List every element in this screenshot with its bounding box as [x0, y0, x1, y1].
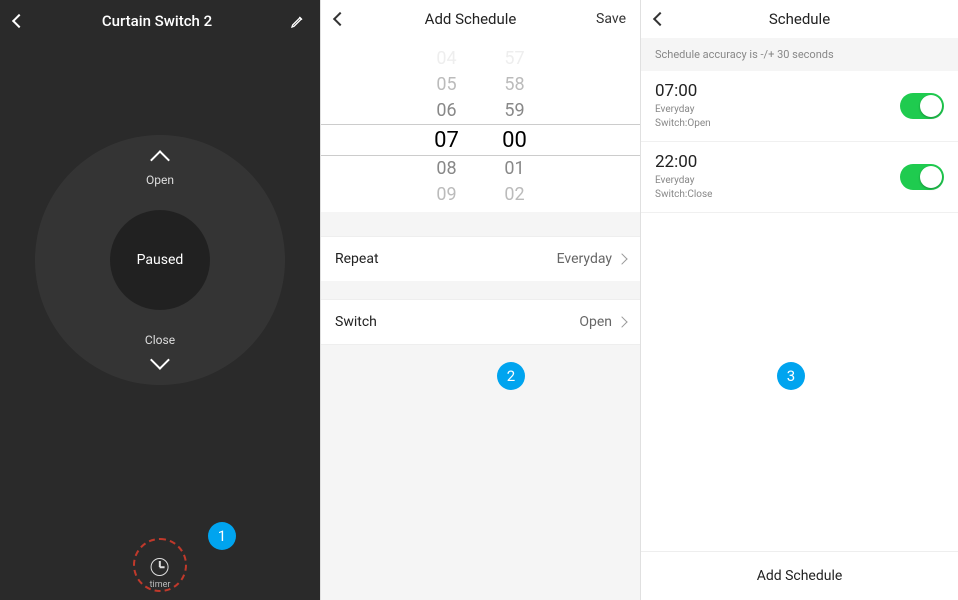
schedule-item[interactable]: 07:00 Everyday Switch:Open [641, 71, 958, 142]
back-icon[interactable] [12, 14, 26, 28]
timer-label: timer [150, 580, 171, 590]
open-label: Open [146, 173, 174, 187]
device-title: Curtain Switch 2 [102, 12, 212, 30]
repeat-row[interactable]: Repeat Everyday [321, 236, 640, 281]
picker-rows: 0457 0558 0659 0700 0801 0902 1003 [321, 46, 640, 206]
schedule-action: Switch:Open [655, 117, 711, 131]
badge-1: 1 [208, 522, 236, 550]
curtain-control-panel: Curtain Switch 2 Open Paused Close timer… [0, 0, 320, 600]
schedule-text: 22:00 Everyday Switch:Close [655, 152, 712, 202]
schedule-repeat: Everyday [655, 174, 712, 188]
schedule-hint: Schedule accuracy is -/+ 30 seconds [641, 38, 958, 71]
picker-row: 0659 [321, 98, 640, 124]
picker-row: 0801 [321, 156, 640, 182]
picker-row-selected: 0700 [321, 124, 640, 156]
chevron-down-icon [150, 350, 170, 370]
edit-icon[interactable] [290, 13, 306, 29]
clock-icon [151, 558, 169, 576]
switch-value: Open [579, 314, 626, 330]
panel2-header: Add Schedule Save [321, 0, 640, 38]
chevron-right-icon [616, 316, 627, 327]
chevron-up-icon [150, 150, 170, 170]
schedule-toggle[interactable] [900, 93, 944, 119]
close-button[interactable]: Close [145, 333, 175, 367]
badge-2: 2 [497, 362, 525, 390]
pause-button[interactable]: Paused [110, 210, 210, 310]
switch-label: Switch [335, 314, 377, 330]
back-icon[interactable] [333, 12, 347, 26]
back-icon[interactable] [653, 12, 667, 26]
schedule-toggle[interactable] [900, 164, 944, 190]
schedule-time: 22:00 [655, 152, 712, 172]
chevron-right-icon [616, 253, 627, 264]
repeat-value: Everyday [557, 251, 626, 267]
timer-button[interactable]: timer [150, 558, 171, 590]
badge-3: 3 [777, 362, 805, 390]
curtain-dial: Open Paused Close [35, 135, 285, 385]
schedule-text: 07:00 Everyday Switch:Open [655, 81, 711, 131]
switch-row[interactable]: Switch Open [321, 299, 640, 345]
panel2-title: Add Schedule [425, 10, 517, 28]
panel3-title: Schedule [769, 10, 830, 28]
repeat-label: Repeat [335, 251, 379, 267]
close-label: Close [145, 333, 175, 347]
picker-row: 0457 [321, 46, 640, 72]
schedule-item[interactable]: 22:00 Everyday Switch:Close [641, 142, 958, 213]
panel3-header: Schedule [641, 0, 958, 38]
schedule-action: Switch:Close [655, 188, 712, 202]
status-label: Paused [137, 252, 184, 268]
picker-row: 0902 [321, 182, 640, 206]
add-schedule-panel: Add Schedule Save 0457 0558 0659 0700 08… [320, 0, 640, 600]
panel1-header: Curtain Switch 2 [0, 0, 320, 38]
schedule-repeat: Everyday [655, 103, 711, 117]
schedule-time: 07:00 [655, 81, 711, 101]
schedule-list-panel: Schedule Schedule accuracy is -/+ 30 sec… [640, 0, 958, 600]
open-button[interactable]: Open [146, 153, 174, 187]
add-schedule-button[interactable]: Add Schedule [641, 551, 958, 600]
time-picker[interactable]: 0457 0558 0659 0700 0801 0902 1003 [321, 38, 640, 212]
save-button[interactable]: Save [596, 11, 626, 27]
picker-row: 0558 [321, 72, 640, 98]
